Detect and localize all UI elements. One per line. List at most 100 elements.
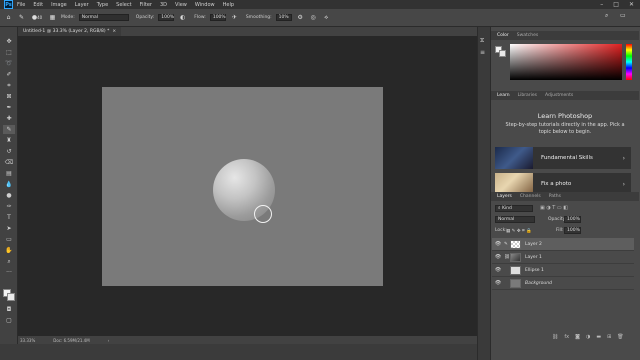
flow-field[interactable]: 100% xyxy=(209,14,226,21)
home-icon[interactable]: ⌂ xyxy=(4,13,13,22)
visibility-eye-icon[interactable]: 👁 xyxy=(492,241,504,247)
close-window-button[interactable]: ✕ xyxy=(629,1,634,8)
visibility-eye-icon[interactable]: 👁 xyxy=(492,267,504,273)
layers-bottom-toolbar: ⛓ fx ◙ ◑ ▬ ⊞ 🗑 xyxy=(552,334,624,340)
tab-swatches[interactable]: Swatches xyxy=(514,33,542,38)
zoom-tool-icon[interactable]: ⌕ xyxy=(3,257,15,266)
gradient-tool-icon[interactable]: ▤ xyxy=(3,169,15,178)
visibility-eye-icon[interactable]: 👁 xyxy=(492,280,504,286)
blur-tool-icon[interactable]: 💧 xyxy=(3,180,15,189)
folder-icon[interactable]: ▬ xyxy=(596,334,601,340)
minimize-button[interactable]: – xyxy=(600,1,603,8)
lasso-tool-icon[interactable]: ➰ xyxy=(3,59,15,68)
dodge-tool-icon[interactable]: ● xyxy=(3,191,15,200)
more-tools-icon[interactable]: ··· xyxy=(3,268,15,277)
properties-panel-icon[interactable]: ≡ xyxy=(480,49,485,56)
layer-thumbnail xyxy=(510,278,521,288)
pressure-size-icon[interactable]: ◎ xyxy=(309,13,318,22)
rectangle-tool-icon[interactable]: ▭ xyxy=(3,235,15,244)
move-tool-icon[interactable]: ✥ xyxy=(3,37,15,46)
tab-paths[interactable]: Paths xyxy=(546,194,564,199)
adjustment-icon[interactable]: ◑ xyxy=(586,334,590,340)
search-icon[interactable]: ⌕ xyxy=(605,12,614,21)
screen-mode-icon[interactable]: ▢ xyxy=(3,316,15,325)
workspace-icon[interactable]: ▭ xyxy=(620,12,629,21)
mode-select[interactable]: Normal xyxy=(78,14,129,21)
menu-layer[interactable]: Layer xyxy=(71,2,93,8)
opacity-field[interactable]: 100% xyxy=(158,14,175,21)
brush-tool-preset-icon[interactable]: ✎ xyxy=(17,13,26,22)
brush-tool-icon[interactable]: ✎ xyxy=(3,125,15,134)
menu-type[interactable]: Type xyxy=(93,2,112,8)
pressure-opacity-icon[interactable]: ◐ xyxy=(178,13,187,22)
tab-channels[interactable]: Channels xyxy=(517,194,544,199)
frame-tool-icon[interactable]: ⊠ xyxy=(3,92,15,101)
layer-row-ellipse-1[interactable]: 👁 Ellipse 1 xyxy=(492,264,634,277)
quick-mask-icon[interactable]: ◘ xyxy=(3,305,15,314)
marquee-tool-icon[interactable]: ⬚ xyxy=(3,48,15,57)
eyedropper-tool-icon[interactable]: ✒ xyxy=(3,103,15,112)
airbrush-icon[interactable]: ✈ xyxy=(230,13,239,22)
fx-icon[interactable]: fx xyxy=(564,334,569,340)
eraser-tool-icon[interactable]: ⌫ xyxy=(3,158,15,167)
new-layer-icon[interactable]: ⊞ xyxy=(607,334,611,340)
healing-brush-tool-icon[interactable]: ✚ xyxy=(3,114,15,123)
brush-size-preview-icon[interactable]: ● 40 xyxy=(30,13,44,22)
layer-filter-select[interactable]: ⌕ Kind xyxy=(495,205,533,212)
color-panel-tabs: Color Swatches xyxy=(491,31,639,40)
type-tool-icon[interactable]: T xyxy=(3,213,15,222)
card-fundamental-skills[interactable]: Fundamental Skills › xyxy=(495,147,631,169)
lock-icons[interactable]: ▦ ✎ ✥ ⌗ 🔒 xyxy=(506,228,532,234)
lock-label: Lock: xyxy=(495,228,507,233)
tab-layers[interactable]: Layers xyxy=(494,194,515,199)
pen-tool-icon[interactable]: ✑ xyxy=(3,202,15,211)
menu-file[interactable]: File xyxy=(13,2,29,8)
fill-field[interactable]: 100% xyxy=(564,227,581,234)
symmetry-icon[interactable]: ⟡ xyxy=(322,13,331,22)
tab-libraries[interactable]: Libraries xyxy=(515,93,540,98)
document-tab[interactable]: Untitled-1 @ 33.3% (Layer 2, RGB/8) * × xyxy=(18,27,122,36)
status-arrow-icon[interactable]: › xyxy=(108,338,110,343)
tab-learn[interactable]: Learn xyxy=(494,93,513,98)
trash-icon[interactable]: 🗑 xyxy=(617,334,623,340)
close-tab-icon[interactable]: × xyxy=(112,29,116,34)
clone-stamp-tool-icon[interactable]: ♜ xyxy=(3,136,15,145)
hue-slider[interactable] xyxy=(626,44,632,80)
smoothing-settings-icon[interactable]: ⚙ xyxy=(296,13,305,22)
tab-adjustments[interactable]: Adjustments xyxy=(542,93,576,98)
layer-row-background[interactable]: 👁 Background xyxy=(492,277,634,290)
smoothing-label: Smoothing: xyxy=(245,15,272,20)
menu-filter[interactable]: Filter xyxy=(136,2,156,8)
history-brush-tool-icon[interactable]: ↺ xyxy=(3,147,15,156)
menu-edit[interactable]: Edit xyxy=(29,2,47,8)
background-color-swatch[interactable] xyxy=(7,293,15,301)
hand-tool-icon[interactable]: ✋ xyxy=(3,246,15,255)
menu-select[interactable]: Select xyxy=(112,2,135,8)
layer-row-layer-2[interactable]: 👁 ✎ Layer 2 xyxy=(492,238,634,251)
menu-3d[interactable]: 3D xyxy=(156,2,171,8)
menu-help[interactable]: Help xyxy=(219,2,238,8)
blend-mode-select[interactable]: Normal xyxy=(495,216,535,223)
menu-view[interactable]: View xyxy=(171,2,191,8)
card-label: Fix a photo xyxy=(541,181,572,187)
color-picker-field[interactable] xyxy=(510,44,622,80)
history-panel-icon[interactable]: ⧖ xyxy=(480,37,484,45)
zoom-level[interactable]: 33.33% xyxy=(20,338,35,343)
learn-panel-tabs: Learn Libraries Adjustments xyxy=(491,91,639,100)
crop-tool-icon[interactable]: ⌗ xyxy=(3,81,15,90)
mask-icon[interactable]: ◙ xyxy=(575,334,580,340)
color-panel-background-swatch[interactable] xyxy=(499,50,506,57)
path-select-tool-icon[interactable]: ➤ xyxy=(3,224,15,233)
brush-settings-icon[interactable]: ▦ xyxy=(48,13,57,22)
quick-select-tool-icon[interactable]: ✐ xyxy=(3,70,15,79)
layer-opacity-field[interactable]: 100% xyxy=(564,216,581,223)
maximize-button[interactable]: □ xyxy=(613,1,619,8)
smoothing-field[interactable]: 10% xyxy=(275,14,292,21)
link-icon[interactable]: ⛓ xyxy=(552,334,558,340)
visibility-eye-icon[interactable]: 👁 xyxy=(492,254,504,260)
menu-image[interactable]: Image xyxy=(47,2,71,8)
layer-row-layer-1[interactable]: 👁 ⛓ Layer 1 xyxy=(492,251,634,264)
tab-color[interactable]: Color xyxy=(494,33,512,38)
filter-icons[interactable]: ▣ ◑ T ▭ ◧ xyxy=(540,205,568,211)
menu-window[interactable]: Window xyxy=(191,2,219,8)
